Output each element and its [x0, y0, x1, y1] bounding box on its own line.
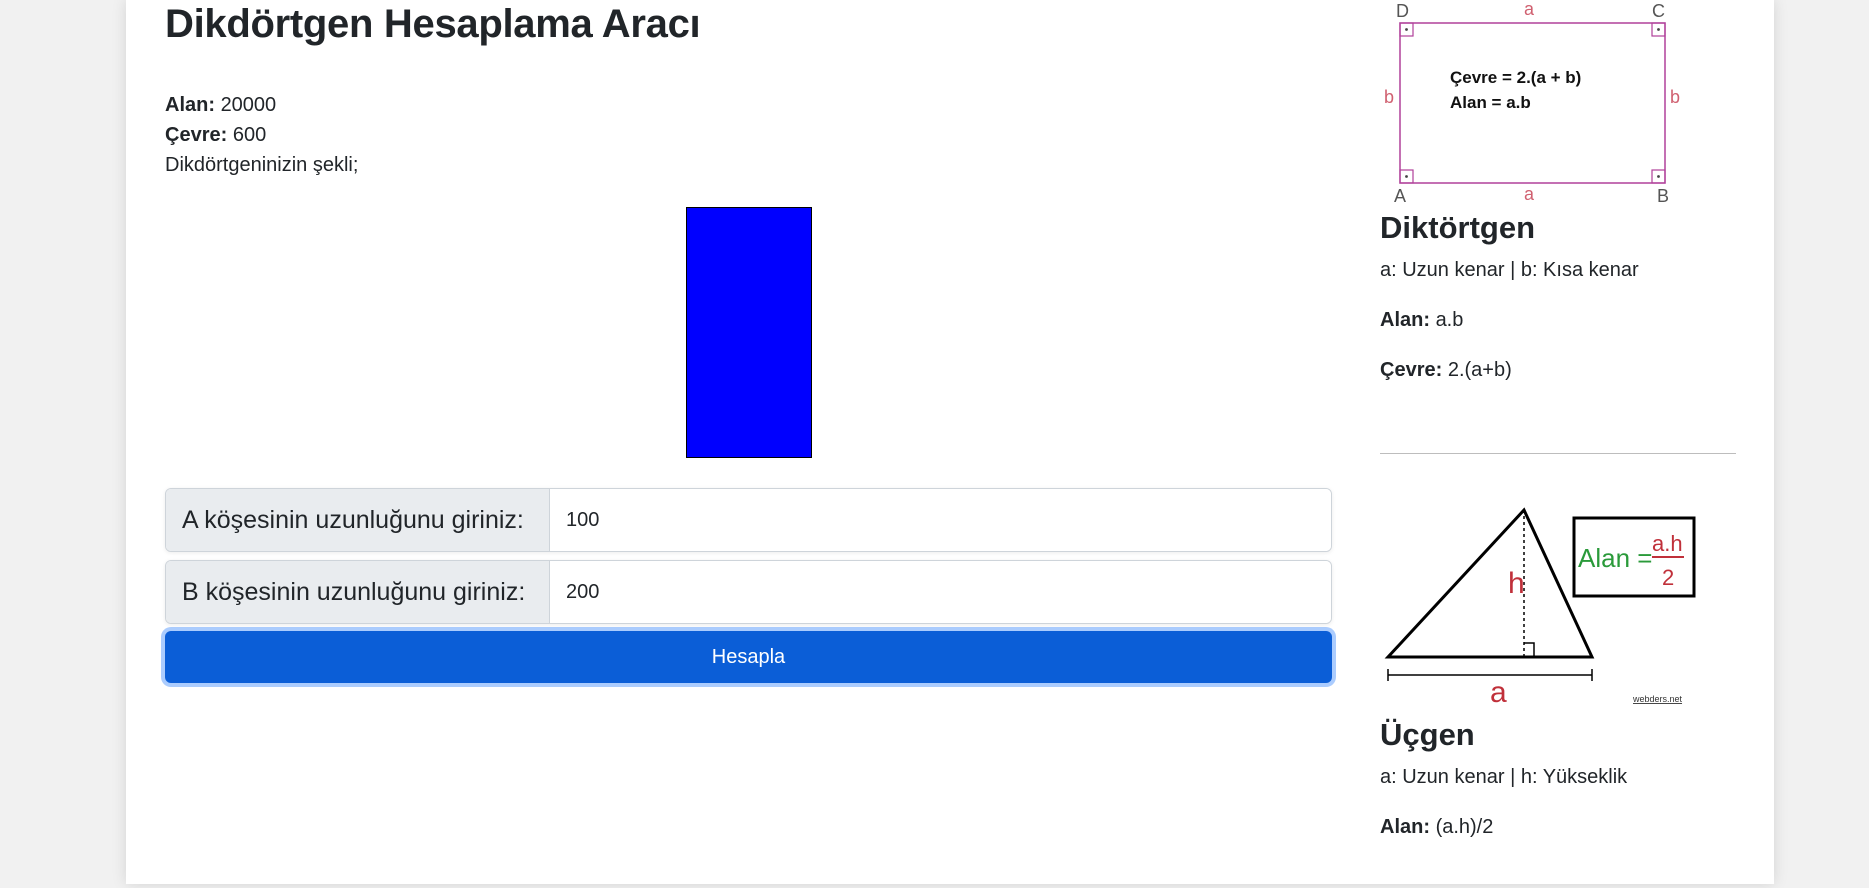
results: Alan: 20000 Çevre: 600 Dikdörtgeninizin … — [165, 90, 358, 180]
shape-preview — [165, 207, 1332, 458]
formula-cevre-text: Çevre = 2.(a + b) — [1450, 68, 1581, 87]
rectangle-shape — [686, 207, 812, 458]
corner-dot — [1405, 175, 1408, 178]
rectangle-formula-image: D C A B a a b b Çevre = 2.(a + b) Alan =… — [1384, 0, 1680, 206]
cevre-label: Çevre: — [165, 124, 228, 146]
input-a-label: A köşesinin uzunluğunu giriniz: — [166, 489, 550, 551]
triangle-alan-label: Alan: — [1380, 816, 1430, 838]
rectangle-alan-label: Alan: — [1380, 309, 1430, 331]
corner-dot — [1657, 175, 1660, 178]
rectangle-alan: Alan: a.b — [1380, 309, 1463, 332]
height-label: h — [1508, 567, 1525, 600]
input-group-a: A köşesinin uzunluğunu giriniz: — [165, 488, 1332, 552]
a-side-input[interactable] — [550, 489, 1331, 551]
rectangle-description: a: Uzun kenar | b: Kısa kenar — [1380, 259, 1639, 281]
b-side-input[interactable] — [550, 561, 1331, 623]
triangle-alan: Alan: (a.h)/2 — [1380, 816, 1493, 839]
corner-label-c: C — [1652, 1, 1665, 21]
cevre-value: 600 — [232, 124, 267, 146]
cevre-result: Çevre: 600 — [165, 120, 358, 150]
corner-label-d: D — [1396, 1, 1409, 21]
triangle-description: a: Uzun kenar | h: Yükseklik — [1380, 766, 1628, 788]
input-group-b: B köşesinin uzunluğunu giriniz: — [165, 560, 1332, 624]
input-b-label: B köşesinin uzunluğunu giriniz: — [166, 561, 550, 623]
base-label: a — [1490, 676, 1507, 709]
alan-value: 20000 — [220, 94, 277, 116]
image-credit: webders.net — [1632, 694, 1683, 704]
tri-denominator: 2 — [1662, 565, 1674, 590]
shape-caption: Dikdörtgeninizin şekli; — [165, 154, 359, 176]
section-divider — [1380, 453, 1736, 454]
formula-alan-text: Alan = a.b — [1450, 93, 1531, 112]
tri-numerator: a.h — [1652, 531, 1683, 556]
triangle-title: Üçgen — [1380, 717, 1475, 752]
rectangle-cevre: Çevre: 2.(a+b) — [1380, 359, 1512, 382]
alan-result: Alan: 20000 — [165, 90, 358, 120]
page-container: Dikdörtgen Hesaplama Aracı Alan: 20000 Ç… — [126, 0, 1774, 884]
side-label-top: a — [1524, 0, 1535, 19]
tri-alan-text: Alan = — [1578, 543, 1652, 573]
rectangle-cevre-value: 2.(a+b) — [1447, 359, 1512, 381]
side-label-bottom: a — [1524, 184, 1535, 204]
right-angle-mark — [1524, 642, 1535, 657]
corner-label-a: A — [1394, 186, 1406, 206]
rectangle-alan-value: a.b — [1435, 309, 1464, 331]
triangle-outline — [1384, 507, 1595, 659]
alan-label: Alan: — [165, 94, 215, 116]
corner-dot — [1657, 28, 1660, 31]
rectangle-title: Diktörtgen — [1380, 210, 1535, 245]
corner-label-b: B — [1657, 186, 1669, 206]
corner-dot — [1405, 28, 1408, 31]
page-title: Dikdörtgen Hesaplama Aracı — [165, 2, 701, 46]
hesapla-button[interactable]: Hesapla — [165, 631, 1332, 683]
rect-outline — [1399, 22, 1666, 184]
rectangle-cevre-label: Çevre: — [1380, 359, 1443, 381]
triangle-alan-value: (a.h)/2 — [1435, 816, 1494, 838]
side-label-right: b — [1670, 87, 1680, 107]
triangle-formula-image: h a Alan = a.h 2 webders.net — [1384, 507, 1696, 709]
side-label-left: b — [1384, 87, 1394, 107]
